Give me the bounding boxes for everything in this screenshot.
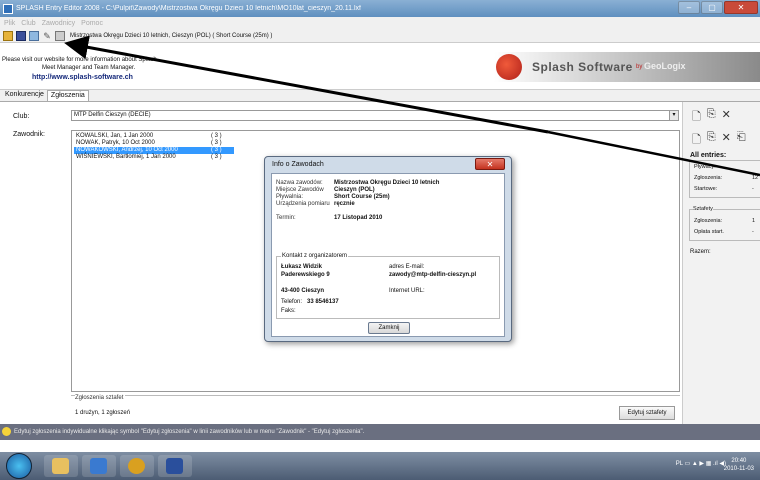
clock[interactable]: 20:40 2010-11-03 — [724, 457, 754, 473]
system-tray[interactable]: PL ▭ ▲ ▶ ▦ .ıl ◀) — [676, 460, 726, 467]
relays-summary-box: Sztafety Zgłoszenia: 1 Opłata start. - — [689, 206, 760, 241]
email-label: adres E-mail: — [389, 264, 425, 270]
clock-time: 20:40 — [731, 458, 747, 464]
folder-icon — [52, 458, 69, 474]
app-icon — [3, 3, 13, 14]
club-label: Club: — [13, 113, 30, 120]
new-club-icon[interactable]: 🗋 — [692, 108, 701, 127]
menu-pomoc[interactable]: Pomoc — [81, 20, 103, 27]
contact-title: Kontakt z organizatorem — [281, 253, 349, 259]
date-value: 17 Listopad 2010 — [334, 215, 383, 221]
lightbulb-icon — [2, 427, 11, 436]
organizer-street: Paderewskiego 9 — [281, 272, 330, 278]
logo-by: by — [636, 64, 643, 70]
swimmer-label: Zawodnik: — [13, 131, 45, 138]
visit-line-1: Please visit our website for more inform… — [2, 57, 157, 63]
tab-konkurencje[interactable]: Konkurencje — [2, 90, 47, 101]
tab-strip: Konkurencje Zgłoszenia — [0, 90, 760, 102]
edit-relays-button[interactable]: Edytuj sztafety — [619, 406, 675, 420]
swimmer-actions: 🗋 ⎘ ✕ ⎗ — [692, 131, 746, 150]
edit-entries-icon[interactable]: ⎗ — [737, 131, 746, 150]
menu-club[interactable]: Club — [21, 20, 35, 27]
phone-label: Telefon: — [281, 299, 303, 305]
entries-summary-box: Pływacy: Zgłoszenia: 12 Startowe: - — [689, 160, 760, 198]
meet-info-dialog: Info o Zawodach ✕ Nazwa zawodów: Mistrzo… — [264, 156, 512, 342]
menu-bar: Plik Club Zawodnicy Pomoc — [0, 17, 760, 29]
right-summary-panel: 🗋 ⎘ ✕ 🗋 ⎘ ✕ ⎗ All entries: Pływacy: Zgło… — [682, 102, 760, 424]
maximize-button[interactable]: ▢ — [701, 1, 723, 14]
close-window-button[interactable]: ✕ — [724, 1, 758, 14]
delete-swimmer-icon[interactable]: ✕ — [722, 131, 731, 150]
banner: Please visit our website for more inform… — [0, 44, 760, 90]
delete-club-icon[interactable]: ✕ — [722, 108, 731, 127]
splash-app-icon — [166, 458, 183, 474]
menu-zawodnicy[interactable]: Zawodnicy — [42, 20, 75, 27]
chevron-down-icon[interactable]: ▾ — [669, 111, 678, 120]
organizer-city: 43-400 Cieszyn — [281, 288, 325, 294]
relay-group-title: Zgłoszenia sztafet — [75, 395, 126, 401]
taskbar-explorer[interactable] — [44, 455, 78, 477]
window-title: SPLASH Entry Editor 2008 - C:\Pulpit\Zaw… — [16, 5, 361, 12]
taskbar-splash[interactable] — [158, 455, 192, 477]
start-button[interactable] — [6, 453, 32, 479]
organizer-name: Łukasz Widzik — [281, 264, 322, 270]
dialog-title: Info o Zawodach — [272, 161, 324, 168]
title-bar: SPLASH Entry Editor 2008 - C:\Pulpit\Zaw… — [0, 0, 760, 17]
total-label: Razem: — [690, 249, 711, 255]
save-icon[interactable] — [16, 30, 26, 41]
relay-group: Zgłoszenia sztafet 1 drużyn, 1 zgłoszeń … — [71, 395, 680, 422]
dialog-close-button[interactable]: ✕ — [475, 158, 505, 170]
url-label: Internet URL: — [389, 288, 425, 294]
club-select-value: MTP Delfin Cieszyn (DECIE) — [74, 112, 151, 118]
media-player-icon — [90, 458, 107, 474]
menu-plik[interactable]: Plik — [4, 20, 15, 27]
logo-geologix: GeoLogix — [644, 61, 686, 71]
list-item-selected[interactable]: NOWAKOWSKI, Andrzej, 10 Oct 2000 ( 3 ) — [74, 147, 234, 154]
organizer-contact-group: Kontakt z organizatorem Łukasz Widzik Pa… — [276, 253, 500, 319]
fax-label: Faks: — [281, 308, 296, 314]
print-icon[interactable] — [55, 30, 65, 41]
hint-bar: Edytuj zgłoszenia indywidualne klikając … — [0, 424, 760, 440]
open-folder-icon[interactable] — [3, 30, 13, 41]
properties-icon[interactable] — [29, 30, 39, 41]
hint-text: Edytuj zgłoszenia indywidualne klikając … — [14, 429, 365, 435]
taskbar: PL ▭ ▲ ▶ ▦ .ıl ◀) 20:40 2010-11-03 — [0, 452, 760, 480]
tab-zgloszenia[interactable]: Zgłoszenia — [46, 90, 89, 101]
phone-value: 33 8546137 — [307, 299, 339, 305]
new-swimmer-icon[interactable]: 🗋 — [692, 131, 701, 150]
email-value: zawody@mtp-delfin-cieszyn.pl — [389, 272, 477, 278]
relays-box-title: Sztafety — [693, 206, 713, 212]
clock-date: 2010-11-03 — [723, 466, 754, 472]
visit-line-2: Meet Manager and Team Manager. — [42, 65, 136, 71]
website-link[interactable]: http://www.splash-software.ch — [32, 74, 133, 81]
copy-swimmer-icon[interactable]: ⎘ — [707, 131, 716, 150]
list-item[interactable]: KOWALSKI, Jan, 1 Jan 2000 ( 3 ) — [74, 133, 234, 140]
browser-icon — [128, 458, 145, 474]
copy-club-icon[interactable]: ⎘ — [707, 108, 716, 127]
club-actions: 🗋 ⎘ ✕ — [692, 108, 731, 127]
all-entries-title: All entries: — [690, 152, 727, 159]
list-item[interactable]: WIŚNIEWSKI, Bartłomiej, 1 Jan 2000 ( 3 ) — [74, 154, 234, 161]
meet-info-text: Mistrzostwa Okręgu Dzieci 10 letnich, Ci… — [70, 32, 273, 39]
list-item[interactable]: NOWAK, Patryk, 10 Oct 2000 ( 3 ) — [74, 140, 234, 147]
splash-logo: Splash Software by GeoLogix — [494, 52, 760, 82]
close-dialog-button[interactable]: Zamknij — [368, 322, 410, 334]
taskbar-chrome[interactable] — [120, 455, 154, 477]
club-select[interactable]: MTP Delfin Cieszyn (DECIE) ▾ — [71, 110, 679, 121]
edit-pencil-icon[interactable]: ✎ — [42, 31, 52, 41]
visit-text: Please visit our website for more inform… — [2, 56, 157, 72]
dialog-body: Nazwa zawodów: Mistrzostwa Okręgu Dzieci… — [271, 173, 505, 337]
toolbar: ✎ Mistrzostwa Okręgu Dzieci 10 letnich, … — [0, 29, 760, 43]
relay-summary: 1 drużyn, 1 zgłoszeń — [75, 410, 131, 416]
splash-swirl-icon — [496, 54, 522, 80]
taskbar-media[interactable] — [82, 455, 116, 477]
logo-name: Splash Software — [532, 60, 633, 74]
date-label: Termin: — [276, 215, 296, 221]
minimize-button[interactable]: – — [678, 1, 700, 14]
